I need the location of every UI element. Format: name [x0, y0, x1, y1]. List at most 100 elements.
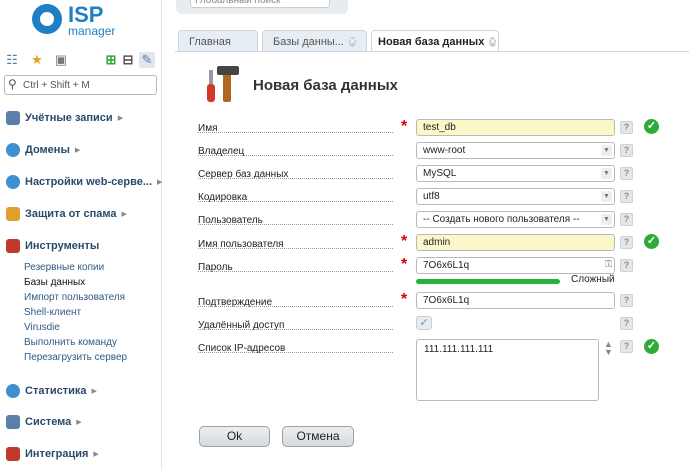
leader-dots: [198, 224, 393, 225]
chevron-right-icon: ▶: [91, 388, 97, 395]
sidebar-section-domains[interactable]: Домены ▶: [6, 141, 80, 159]
tools-icon: [6, 239, 20, 253]
help-icon[interactable]: ?: [620, 259, 633, 272]
help-icon[interactable]: ?: [620, 167, 633, 180]
tab-label: Главная: [189, 35, 231, 48]
help-icon[interactable]: ?: [620, 236, 633, 249]
help-icon[interactable]: ?: [620, 294, 633, 307]
chevron-down-icon: ▼: [601, 214, 612, 225]
help-icon[interactable]: ?: [620, 213, 633, 226]
briefcase-icon[interactable]: ▣: [53, 52, 69, 68]
sidebar-search[interactable]: ⚲: [4, 75, 157, 95]
help-icon[interactable]: ?: [620, 340, 633, 353]
sidebar-section-label: Инструменты: [25, 240, 100, 252]
leader-dots: [198, 132, 393, 133]
help-icon[interactable]: ?: [620, 190, 633, 203]
name-field[interactable]: test_db: [416, 119, 615, 136]
favorites-star-icon[interactable]: ★: [29, 52, 45, 68]
confirm-password-field[interactable]: 7O6x6L1q: [416, 292, 615, 309]
cancel-button[interactable]: Отмена: [282, 426, 354, 447]
valid-check-icon: ✓: [644, 339, 659, 354]
owner-value: www-root: [423, 145, 466, 156]
global-search-input[interactable]: Глобальный поиск: [190, 0, 330, 8]
chevron-right-icon: ▶: [117, 115, 124, 122]
tab-databases[interactable]: Базы данны... ✕: [262, 30, 367, 52]
chevron-right-icon: ▶: [74, 147, 81, 154]
globe-icon: [6, 143, 20, 157]
encoding-select[interactable]: utf8 ▼: [416, 188, 615, 205]
page-title: Новая база данных: [253, 77, 398, 94]
password-field[interactable]: 7O6x6L1q: [416, 257, 615, 274]
app-window: Глобальный поиск ISP manager ☷ ★ ▣ ⊞ ⊟ ✎…: [0, 0, 689, 469]
username-field[interactable]: admin: [416, 234, 615, 251]
sidebar-item-shell-client[interactable]: Shell-клиент: [24, 307, 81, 318]
sidebar-section-integration[interactable]: Интеграция ▶: [6, 445, 99, 463]
close-icon[interactable]: ✕: [489, 36, 497, 47]
user-icon: [6, 111, 20, 125]
leader-dots: [198, 271, 393, 272]
tab-new-database[interactable]: Новая база данных ✕: [371, 30, 499, 52]
sidebar-section-web-settings[interactable]: Настройки web-серве... ▶: [6, 173, 162, 191]
logo-mark-icon: [32, 4, 62, 34]
sidebar-item-databases[interactable]: Базы данных: [24, 277, 85, 288]
db-server-select[interactable]: MySQL ▼: [416, 165, 615, 182]
sidebar-search-input[interactable]: [23, 78, 153, 92]
sidebar-item-run-command[interactable]: Выполнить команду: [24, 337, 117, 348]
password-strength-label: Сложный: [571, 274, 615, 285]
sidebar-item-virusdie[interactable]: Virusdie: [24, 322, 60, 333]
help-icon[interactable]: ?: [620, 144, 633, 157]
sidebar-section-spam[interactable]: Защита от спама ▶: [6, 205, 127, 223]
sidebar-item-reboot-server[interactable]: Перезагрузить сервер: [24, 352, 127, 363]
sidebar-section-system[interactable]: Система ▶: [6, 413, 82, 431]
generate-password-icon[interactable]: ⚿: [602, 259, 615, 271]
logo-product: manager: [68, 24, 116, 38]
leader-dots: [198, 248, 393, 249]
chevron-down-icon: ▼: [601, 168, 612, 179]
leader-dots: [198, 178, 393, 179]
required-mark: *: [401, 118, 408, 135]
help-icon[interactable]: ?: [620, 317, 633, 330]
ip-list-textarea[interactable]: 111.111.111.111: [416, 339, 599, 401]
sidebar-item-import-user[interactable]: Импорт пользователя: [24, 292, 125, 303]
pin-icon[interactable]: ✎: [139, 52, 155, 68]
chevron-down-icon: ▼: [601, 145, 612, 156]
chevron-right-icon: ▶: [76, 419, 82, 426]
leader-dots: [198, 201, 393, 202]
sidebar-section-label: Статистика: [25, 385, 87, 397]
encoding-value: utf8: [423, 191, 440, 202]
sidebar-section-accounts[interactable]: Учётные записи ▶: [6, 109, 123, 127]
web-settings-icon: [6, 175, 20, 189]
password-strength-bar: [416, 279, 560, 284]
sidebar-section-statistics[interactable]: Статистика ▶: [6, 382, 97, 400]
valid-check-icon: ✓: [644, 234, 659, 249]
chevron-right-icon: ▶: [121, 211, 127, 218]
db-server-value: MySQL: [423, 168, 457, 179]
sidebar-section-tools[interactable]: Инструменты: [6, 237, 99, 255]
expand-all-icon[interactable]: ⊞: [103, 52, 119, 68]
leader-dots: [198, 352, 393, 353]
tab-label: Базы данны...: [273, 35, 344, 48]
tools-hammer-screwdriver-icon: [207, 66, 239, 102]
required-mark: *: [401, 233, 408, 250]
sidebar-section-label: Настройки web-серве...: [25, 176, 153, 188]
spam-shield-icon: [6, 207, 20, 221]
leader-dots: [198, 306, 393, 307]
collapse-all-icon[interactable]: ⊟: [120, 52, 136, 68]
resize-handle-icon[interactable]: ▲ ▼: [604, 340, 613, 357]
help-icon[interactable]: ?: [620, 121, 633, 134]
ok-button[interactable]: Ok: [199, 426, 270, 447]
tab-home[interactable]: Главная: [178, 30, 258, 52]
tree-view-icon[interactable]: ☷: [4, 52, 20, 68]
sidebar-item-backups[interactable]: Резервные копии: [24, 262, 104, 273]
leader-dots: [198, 329, 393, 330]
required-mark: *: [401, 256, 408, 273]
integration-icon: [6, 447, 20, 461]
remote-access-checkbox[interactable]: ✓: [416, 316, 432, 330]
required-mark: *: [401, 291, 408, 308]
owner-select[interactable]: www-root ▼: [416, 142, 615, 159]
tab-bar: Главная Базы данны... ✕ Новая база данны…: [178, 30, 503, 52]
close-icon[interactable]: ✕: [348, 36, 356, 47]
user-select[interactable]: -- Создать нового пользователя -- ▼: [416, 211, 615, 228]
sidebar-section-label: Учётные записи: [25, 112, 113, 124]
sidebar-section-label: Защита от спама: [25, 208, 117, 220]
